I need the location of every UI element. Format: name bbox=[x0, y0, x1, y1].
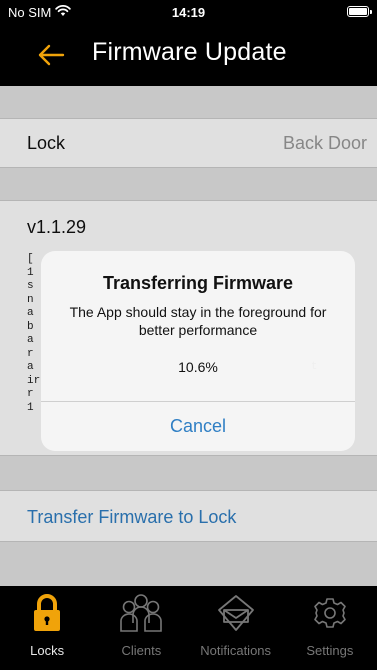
tab-notifications[interactable]: Notifications bbox=[189, 586, 283, 670]
back-arrow-icon bbox=[38, 44, 65, 66]
status-bar: No SIM 14:19 bbox=[0, 0, 377, 24]
transfer-alert: Transferring Firmware The App should sta… bbox=[41, 251, 355, 451]
cancel-button[interactable]: Cancel bbox=[41, 401, 355, 451]
alert-title: Transferring Firmware bbox=[102, 273, 294, 293]
tab-label: Clients bbox=[121, 643, 162, 658]
tab-settings[interactable]: Settings bbox=[283, 586, 377, 670]
back-button[interactable] bbox=[34, 38, 68, 72]
tab-label: Notifications bbox=[200, 643, 272, 658]
tab-clients[interactable]: Clients bbox=[94, 586, 188, 670]
alert-message: The App should stay in the foreground fo… bbox=[69, 304, 327, 338]
tab-locks[interactable]: Locks bbox=[0, 586, 94, 670]
page-title: Firmware Update bbox=[92, 38, 287, 66]
settings-icon bbox=[283, 592, 377, 634]
notifications-icon bbox=[189, 592, 283, 634]
tab-bar: Locks Clients Notifications Settings bbox=[0, 586, 377, 670]
lock-icon bbox=[0, 592, 94, 634]
tab-label: Locks bbox=[30, 643, 65, 658]
progress-percentage: 10.6% bbox=[178, 359, 218, 375]
tab-label: Settings bbox=[306, 643, 354, 658]
status-time: 14:19 bbox=[171, 5, 206, 20]
battery-icon bbox=[347, 6, 372, 17]
clients-icon bbox=[94, 592, 188, 634]
navigation-bar: Firmware Update bbox=[0, 24, 377, 86]
